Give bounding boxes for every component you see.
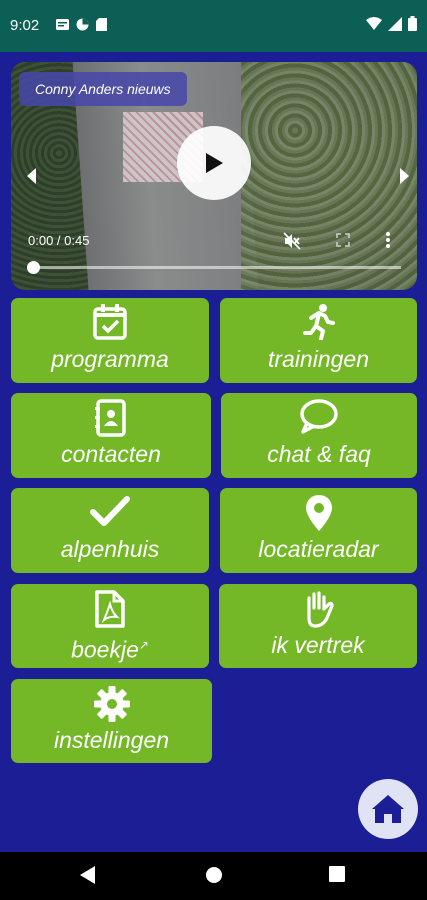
location-pin-icon [305,495,332,531]
wifi-icon [366,17,382,30]
fullscreen-icon[interactable] [336,233,350,247]
video-progress-track[interactable] [33,266,401,269]
tile-label: alpenhuis [60,536,160,562]
status-bar: 9:02 [0,0,427,52]
video-player[interactable]: Conny Anders nieuws 0:00 / 0:45 [11,62,417,290]
tile-label-wrapper: boekje↗ [11,630,209,665]
tile-locatieradar[interactable]: locatieradar [220,488,417,573]
tile-alpenhuis[interactable]: alpenhuis [11,488,209,573]
address-book-icon [95,399,126,437]
data-saver-icon [76,18,89,31]
status-right-icons [366,16,417,31]
play-button[interactable] [177,126,251,200]
play-icon [206,153,223,173]
sd-card-icon [96,18,107,31]
tile-boekje[interactable]: boekje↗ [11,584,209,668]
tile-label: programma [51,346,169,372]
previous-arrow-icon[interactable] [27,168,37,184]
tile-contacten[interactable]: contacten [11,393,211,478]
tile-label: instellingen [53,727,170,753]
recent-apps-icon[interactable] [329,866,345,882]
home-icon [372,795,404,823]
system-navigation-bar [0,852,427,900]
external-link-icon: ↗ [138,638,149,652]
battery-icon [408,16,417,31]
status-time: 9:02 [10,17,40,34]
home-button[interactable] [358,779,418,839]
calendar-check-icon [93,304,127,340]
home-nav-icon[interactable] [205,866,223,884]
hand-stop-icon [307,591,334,628]
tile-ik-vertrek[interactable]: ik vertrek [219,584,417,668]
tile-label: contacten [61,441,161,467]
tile-label: locatieradar [258,536,379,562]
pdf-file-icon [95,590,125,628]
video-progress-handle[interactable] [27,261,40,274]
tile-trainingen[interactable]: trainingen [220,298,417,383]
more-options-icon[interactable] [386,232,390,248]
tile-chat-faq[interactable]: chat & faq [221,393,417,478]
status-left-icons [56,18,107,31]
video-timecode: 0:00 / 0:45 [28,233,90,248]
video-channel-label[interactable]: Conny Anders nieuws [19,72,187,106]
running-person-icon [302,304,335,340]
back-icon[interactable] [80,866,96,884]
gear-icon [93,686,130,722]
chat-bubble-icon [300,399,338,434]
video-frame-grass [241,62,417,290]
tile-label: trainingen [267,346,370,372]
tile-label: ik vertrek [271,632,365,658]
tile-instellingen[interactable]: instellingen [11,679,212,763]
next-arrow-icon[interactable] [399,168,409,184]
checkmark-icon [90,496,130,526]
tile-label: chat & faq [267,441,371,467]
message-icon [56,19,69,30]
cellular-signal-icon [388,16,402,31]
tile-label: boekje [71,636,139,663]
mute-icon[interactable] [283,232,301,250]
tile-programma[interactable]: programma [11,298,209,383]
